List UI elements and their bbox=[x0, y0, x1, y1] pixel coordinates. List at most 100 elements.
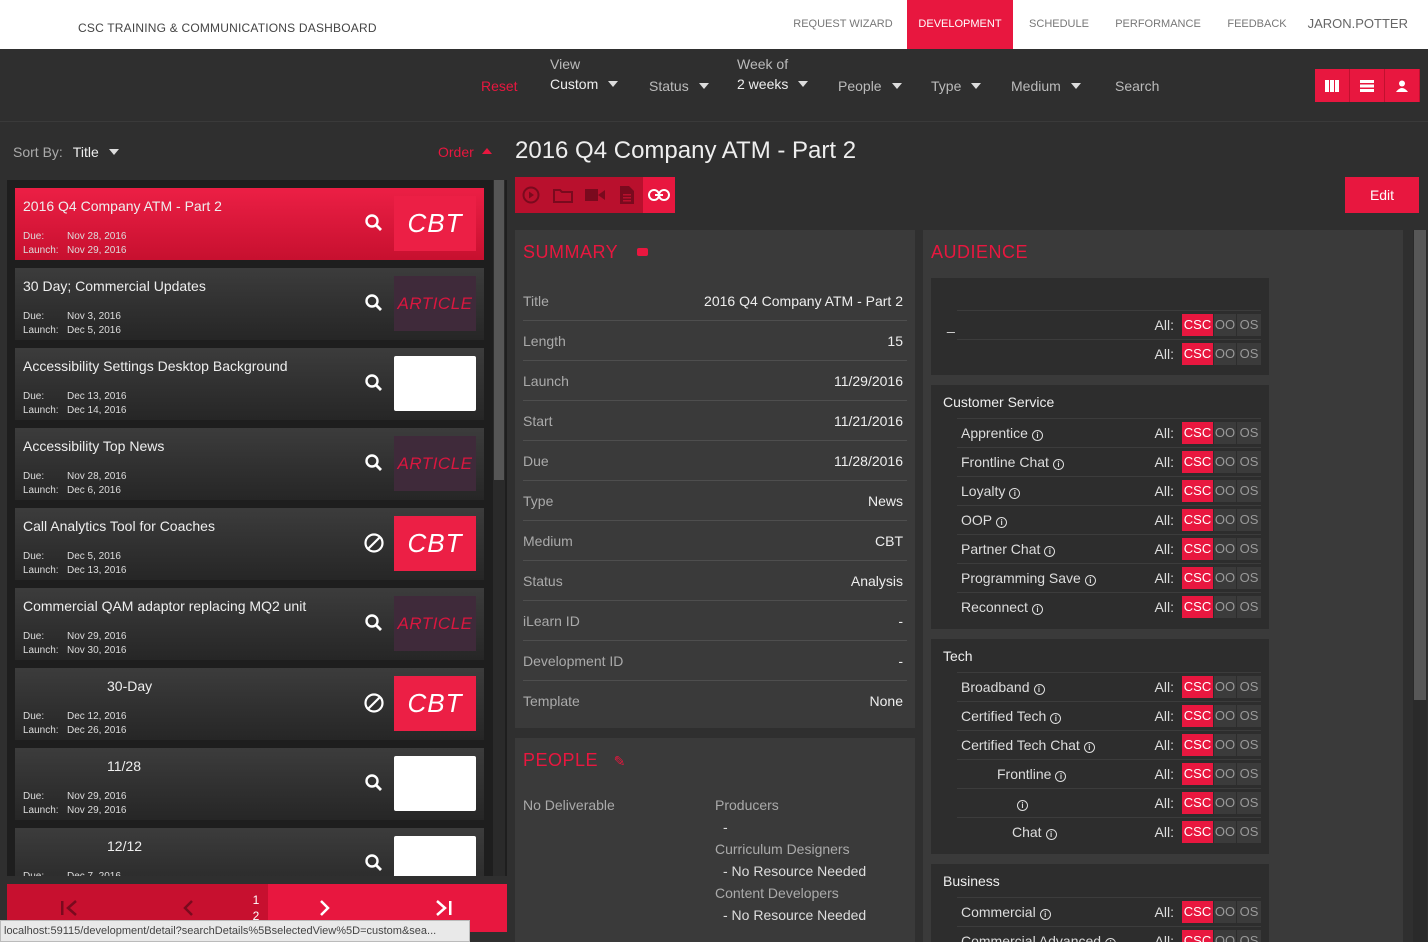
search-icon[interactable] bbox=[363, 852, 385, 874]
info-icon[interactable]: i bbox=[1084, 575, 1096, 586]
pencil-icon[interactable]: ✎ bbox=[614, 753, 626, 769]
info-icon[interactable]: i bbox=[1039, 909, 1051, 920]
oo-toggle[interactable]: OO bbox=[1214, 422, 1236, 444]
tab-link[interactable] bbox=[643, 177, 675, 213]
os-toggle[interactable]: OS bbox=[1237, 734, 1261, 756]
search-icon[interactable] bbox=[363, 612, 385, 634]
os-toggle[interactable]: OS bbox=[1237, 509, 1261, 531]
nav-feedback[interactable]: FEEDBACK bbox=[1218, 0, 1296, 49]
os-toggle[interactable]: OS bbox=[1237, 451, 1261, 473]
edit-button[interactable]: Edit bbox=[1345, 177, 1419, 213]
order-toggle[interactable]: Order bbox=[438, 144, 492, 160]
medium-filter[interactable]: Medium bbox=[1011, 78, 1081, 94]
os-toggle[interactable]: OS bbox=[1237, 705, 1261, 727]
info-icon[interactable]: i bbox=[1044, 546, 1056, 557]
oo-toggle[interactable]: OO bbox=[1214, 821, 1236, 843]
info-icon[interactable]: i bbox=[1052, 459, 1064, 470]
comment-icon[interactable] bbox=[637, 248, 649, 256]
reset-button[interactable]: Reset bbox=[481, 78, 518, 94]
oo-toggle[interactable]: OO bbox=[1214, 792, 1236, 814]
nav-request-wizard[interactable]: REQUEST WIZARD bbox=[784, 0, 902, 49]
detail-scrollbar[interactable] bbox=[1413, 230, 1427, 942]
os-toggle[interactable]: OS bbox=[1237, 567, 1261, 589]
week-filter[interactable]: Week of 2 weeks bbox=[737, 56, 809, 92]
os-toggle[interactable]: OS bbox=[1237, 314, 1261, 336]
columns-view-button[interactable] bbox=[1315, 69, 1350, 102]
info-icon[interactable]: i bbox=[1045, 829, 1057, 840]
os-toggle[interactable]: OS bbox=[1237, 480, 1261, 502]
info-icon[interactable]: i bbox=[1055, 771, 1067, 782]
csc-toggle[interactable]: CSC bbox=[1182, 792, 1213, 814]
os-toggle[interactable]: OS bbox=[1237, 538, 1261, 560]
info-icon[interactable]: i bbox=[1031, 430, 1043, 441]
csc-toggle[interactable]: CSC bbox=[1182, 596, 1213, 618]
csc-toggle[interactable]: CSC bbox=[1182, 422, 1213, 444]
csc-toggle[interactable]: CSC bbox=[1182, 705, 1213, 727]
csc-toggle[interactable]: CSC bbox=[1182, 567, 1213, 589]
os-toggle[interactable]: OS bbox=[1237, 901, 1261, 923]
sort-by[interactable]: Sort By: Title bbox=[13, 144, 119, 160]
list-scrollbar[interactable] bbox=[493, 180, 505, 876]
csc-toggle[interactable]: CSC bbox=[1182, 676, 1213, 698]
oo-toggle[interactable]: OO bbox=[1214, 596, 1236, 618]
info-icon[interactable]: i bbox=[996, 517, 1008, 528]
csc-toggle[interactable]: CSC bbox=[1182, 314, 1213, 336]
oo-toggle[interactable]: OO bbox=[1214, 734, 1236, 756]
info-icon[interactable]: i bbox=[1105, 938, 1117, 942]
oo-toggle[interactable]: OO bbox=[1214, 451, 1236, 473]
list-item[interactable]: Call Analytics Tool for Coaches Due: Dec … bbox=[15, 508, 484, 580]
oo-toggle[interactable]: OO bbox=[1214, 930, 1236, 942]
os-toggle[interactable]: OS bbox=[1237, 343, 1261, 365]
oo-toggle[interactable]: OO bbox=[1214, 705, 1236, 727]
oo-toggle[interactable]: OO bbox=[1214, 343, 1236, 365]
oo-toggle[interactable]: OO bbox=[1214, 538, 1236, 560]
csc-toggle[interactable]: CSC bbox=[1182, 901, 1213, 923]
os-toggle[interactable]: OS bbox=[1237, 821, 1261, 843]
view-filter[interactable]: View Custom bbox=[550, 56, 619, 92]
list-item[interactable]: Accessibility Top News Due: Nov 28, 2016 L… bbox=[15, 428, 484, 500]
list-item[interactable]: 30 Day; Commercial Updates Due: Nov 3, 20… bbox=[15, 268, 484, 340]
detail-scroll-thumb[interactable] bbox=[1414, 230, 1426, 700]
list-item[interactable]: Commercial QAM adaptor replacing MQ2 uni… bbox=[15, 588, 484, 660]
csc-toggle[interactable]: CSC bbox=[1182, 343, 1213, 365]
block-icon[interactable] bbox=[363, 692, 385, 714]
tab-folder[interactable] bbox=[547, 177, 579, 213]
status-filter[interactable]: Status bbox=[649, 78, 709, 94]
list-item[interactable]: Accessibility Settings Desktop Backgroun… bbox=[15, 348, 484, 420]
list-item[interactable]: 12/12 Due:Dec 7, 2016 bbox=[15, 828, 484, 876]
os-toggle[interactable]: OS bbox=[1237, 676, 1261, 698]
search-icon[interactable] bbox=[363, 212, 385, 234]
info-icon[interactable]: i bbox=[1031, 604, 1043, 615]
csc-toggle[interactable]: CSC bbox=[1182, 734, 1213, 756]
csc-toggle[interactable]: CSC bbox=[1182, 451, 1213, 473]
csc-toggle[interactable]: CSC bbox=[1182, 480, 1213, 502]
os-toggle[interactable]: OS bbox=[1237, 596, 1261, 618]
search-input[interactable]: Search bbox=[1115, 78, 1159, 94]
info-icon[interactable]: i bbox=[1017, 800, 1028, 811]
os-toggle[interactable]: OS bbox=[1237, 792, 1261, 814]
info-icon[interactable]: i bbox=[1083, 742, 1095, 753]
csc-toggle[interactable]: CSC bbox=[1182, 538, 1213, 560]
info-icon[interactable]: i bbox=[1050, 713, 1062, 724]
search-icon[interactable] bbox=[363, 452, 385, 474]
search-icon[interactable] bbox=[363, 292, 385, 314]
list-item[interactable]: 11/28 Due: Nov 29, 2016 Launch: Nov 29, 201… bbox=[15, 748, 484, 820]
csc-toggle[interactable]: CSC bbox=[1182, 509, 1213, 531]
info-icon[interactable]: i bbox=[1033, 684, 1045, 695]
oo-toggle[interactable]: OO bbox=[1214, 763, 1236, 785]
search-icon[interactable] bbox=[363, 372, 385, 394]
oo-toggle[interactable]: OO bbox=[1214, 314, 1236, 336]
tab-play[interactable] bbox=[515, 177, 547, 213]
nav-performance[interactable]: PERFORMANCE bbox=[1108, 0, 1208, 49]
nav-schedule[interactable]: SCHEDULE bbox=[1018, 0, 1100, 49]
oo-toggle[interactable]: OO bbox=[1214, 567, 1236, 589]
list-item[interactable]: 2016 Q4 Company ATM - Part 2 Due: Nov 28,… bbox=[15, 188, 484, 260]
user-menu[interactable]: JARON.POTTER bbox=[1308, 0, 1408, 48]
list-item[interactable]: 30-Day Due: Dec 12, 2016 Launch: Dec 26, 20… bbox=[15, 668, 484, 740]
tab-document[interactable] bbox=[611, 177, 643, 213]
people-filter[interactable]: People bbox=[838, 78, 902, 94]
list-scroll-thumb[interactable] bbox=[494, 180, 504, 480]
info-icon[interactable]: i bbox=[1009, 488, 1021, 499]
csc-toggle[interactable]: CSC bbox=[1182, 821, 1213, 843]
tab-video[interactable] bbox=[579, 177, 611, 213]
